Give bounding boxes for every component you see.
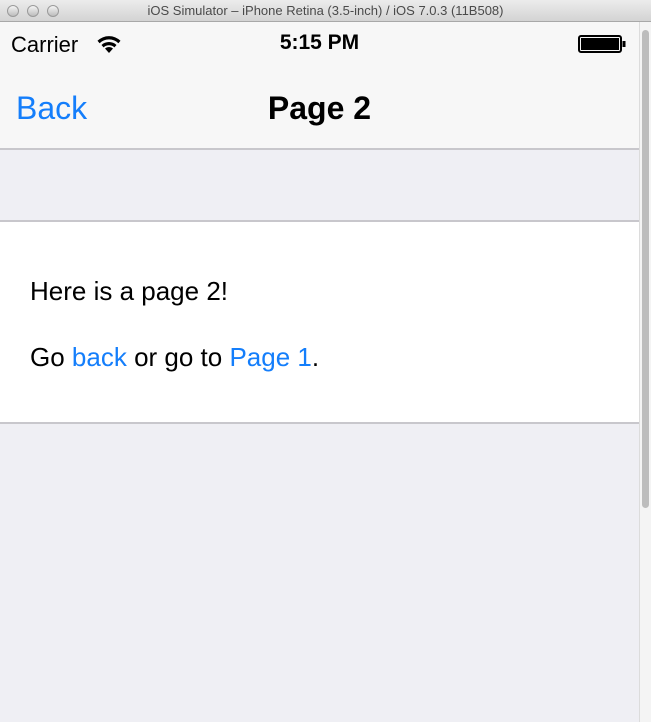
content-text-line-2: Go back or go to Page 1.: [30, 342, 319, 373]
simulator-screen: Carrier 5:15 PM Back Page 2 Here is a pa…: [0, 22, 639, 722]
back-link[interactable]: back: [72, 342, 127, 372]
line-2-prefix: Go: [30, 342, 72, 372]
scrollbar-thumb[interactable]: [642, 30, 649, 508]
line-2-suffix: .: [311, 342, 320, 372]
window-title: iOS Simulator – iPhone Retina (3.5-inch)…: [147, 3, 504, 18]
content-text-line-1: Here is a page 2!: [30, 276, 229, 306]
battery-icon: [578, 35, 626, 53]
navigation-bar: Back Page 2: [0, 64, 639, 150]
status-time: 5:15 PM: [279, 31, 360, 54]
page-1-link[interactable]: Page 1: [229, 342, 311, 372]
simulator-window: iOS Simulator – iPhone Retina (3.5-inch)…: [0, 0, 651, 722]
status-bar: Carrier 5:15 PM: [0, 22, 639, 64]
page-title: Page 2: [267, 90, 372, 126]
line-2-middle: or go to: [126, 342, 230, 372]
window-titlebar: iOS Simulator – iPhone Retina (3.5-inch)…: [0, 0, 651, 22]
content-card: Here is a page 2! Go back or go to Page …: [0, 220, 639, 424]
